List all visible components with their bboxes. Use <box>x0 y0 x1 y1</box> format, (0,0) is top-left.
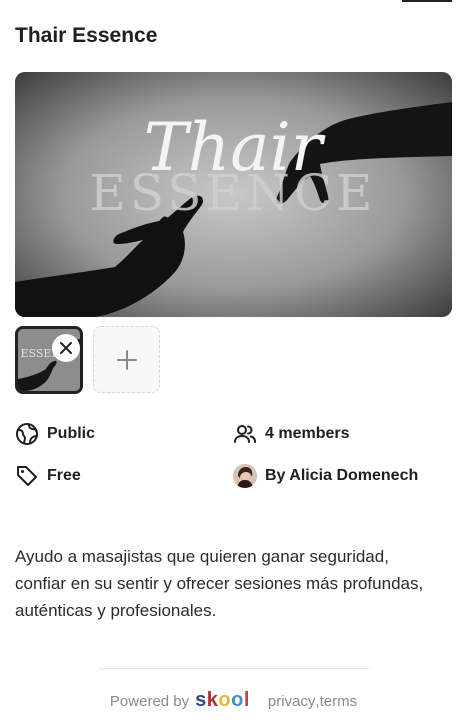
footer-divider <box>99 668 369 669</box>
cover-artwork: ESSENCE Thair <box>15 72 452 317</box>
cover-thumbnail[interactable]: ESSENCE <box>15 326 83 394</box>
cover-image: ESSENCE Thair <box>15 72 452 317</box>
members-info[interactable]: 4 members <box>233 422 350 446</box>
cover-script-text: Thair <box>144 109 326 186</box>
terms-link[interactable]: terms <box>320 693 358 710</box>
plus-icon <box>116 349 137 370</box>
description-line: Ayudo a masajistas que quieren ganar seg… <box>15 547 389 566</box>
globe-icon <box>15 422 39 446</box>
footer: Powered by skool privacy, terms <box>0 689 467 712</box>
group-description: Ayudo a masajistas que quieren ganar seg… <box>15 543 455 624</box>
group-title: Thair Essence <box>15 24 158 47</box>
tag-icon <box>15 464 39 488</box>
powered-by-label: Powered by <box>109 693 190 710</box>
owner-avatar <box>233 464 257 488</box>
owner-info[interactable]: By Alicia Domenech <box>233 464 418 488</box>
members-label: 4 members <box>265 425 350 442</box>
description-line: confiar en su sentir y ofrecer sesiones … <box>15 574 424 593</box>
visibility-label: Public <box>47 425 96 442</box>
price-info: Free <box>15 464 81 488</box>
privacy-link[interactable]: privacy <box>268 693 316 710</box>
visibility-info: Public <box>15 422 95 446</box>
close-icon <box>60 342 72 354</box>
add-cover-button[interactable] <box>93 326 160 393</box>
description-line: auténticas y profesionales. <box>15 601 217 620</box>
remove-cover-button[interactable] <box>52 334 80 362</box>
top-indicator <box>402 0 452 2</box>
owner-label: By Alicia Domenech <box>265 467 419 484</box>
skool-logo[interactable]: skool <box>195 689 250 712</box>
price-label: Free <box>47 467 81 484</box>
users-icon <box>233 422 257 446</box>
